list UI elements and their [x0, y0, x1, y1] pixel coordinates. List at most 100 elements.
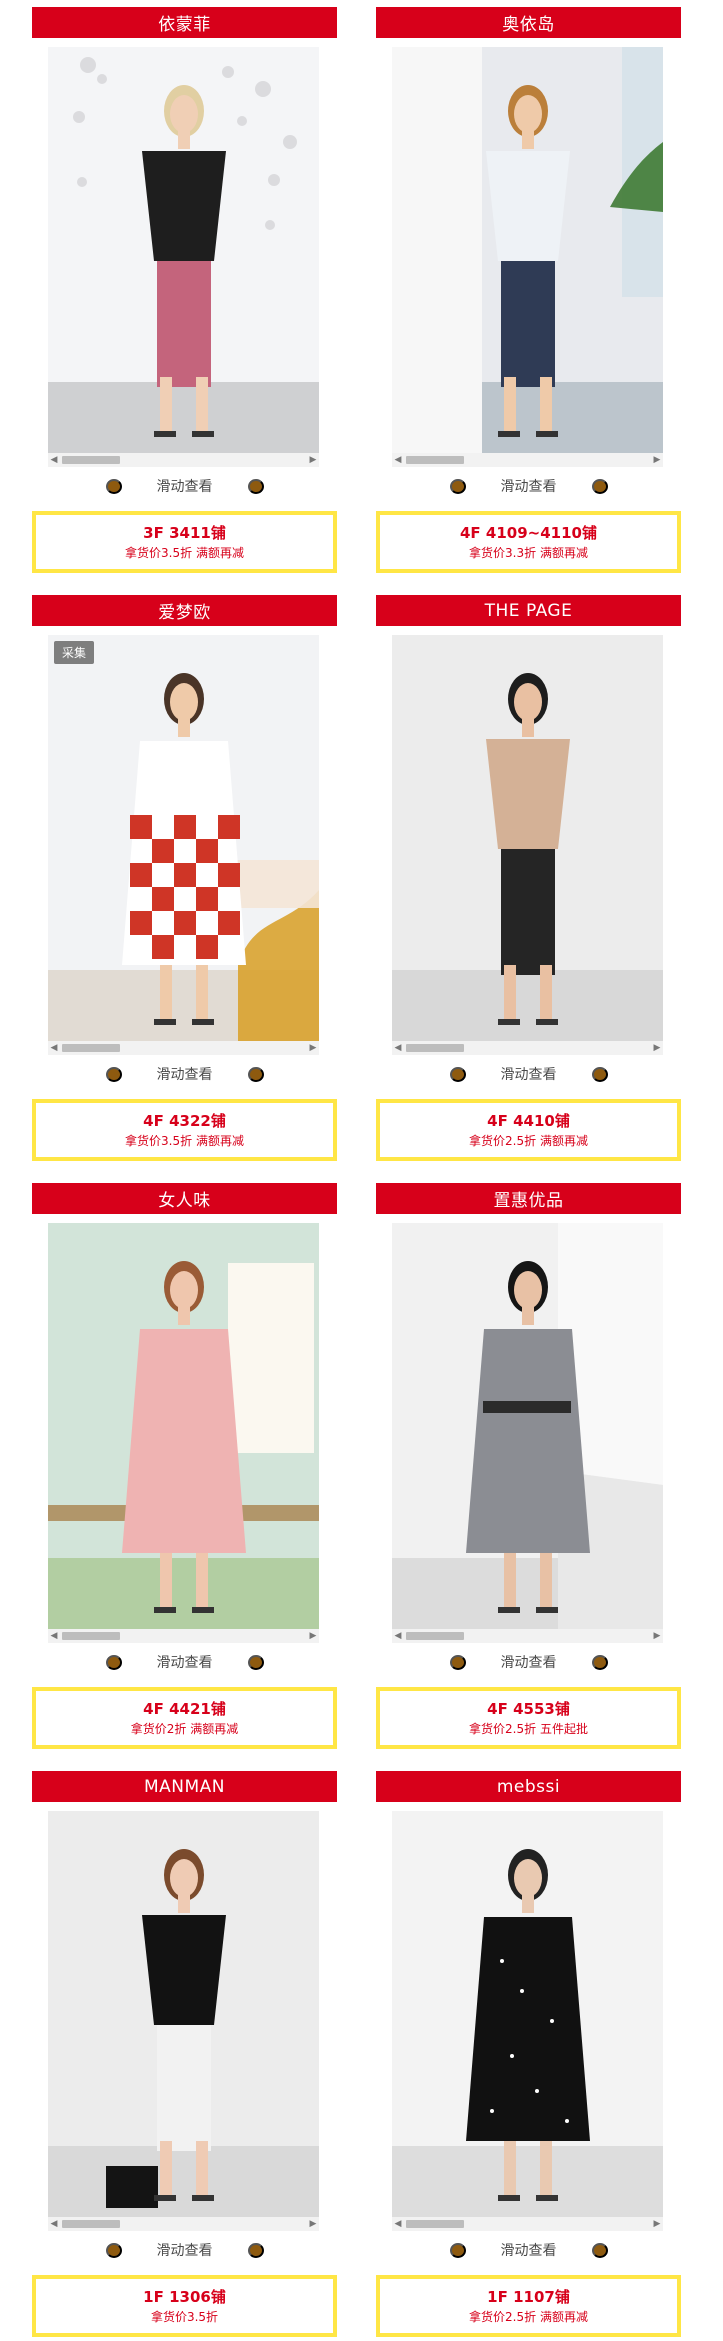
- product-photo-viewport[interactable]: [392, 1811, 663, 2217]
- next-image-button[interactable]: [591, 2242, 608, 2258]
- previous-image-button[interactable]: [449, 1066, 466, 1082]
- previous-image-button[interactable]: [105, 1066, 122, 1082]
- product-photo-viewport[interactable]: [392, 47, 663, 453]
- swipe-nav-row: 滑动查看: [32, 1651, 337, 1673]
- scroll-left-arrow-icon[interactable]: ◀: [392, 1629, 404, 1643]
- photo-scrollbar[interactable]: ◀ ▶: [48, 1629, 319, 1643]
- photo-scrollbar[interactable]: ◀ ▶: [48, 2217, 319, 2231]
- brand-title-bar: mebssi: [376, 1771, 681, 1802]
- wholesale-discount: 拿货价3.3折 满额再减: [469, 545, 588, 560]
- swipe-hint-label: 滑动查看: [500, 2243, 557, 2259]
- left-leg: [160, 965, 172, 1020]
- photo-scrollbar[interactable]: ◀ ▶: [392, 453, 663, 467]
- scroll-thumb[interactable]: [62, 456, 120, 464]
- left-leg: [504, 1553, 516, 1608]
- scroll-right-arrow-icon[interactable]: ▶: [307, 1041, 319, 1055]
- product-photo-viewport[interactable]: [392, 1223, 663, 1629]
- scroll-left-arrow-icon[interactable]: ◀: [392, 2217, 404, 2231]
- previous-image-button[interactable]: [449, 2242, 466, 2258]
- next-image-button[interactable]: [591, 1654, 608, 1670]
- left-leg: [160, 2141, 172, 2196]
- swipe-hint-label: 滑动查看: [500, 479, 557, 495]
- scroll-thumb[interactable]: [406, 2220, 464, 2228]
- previous-image-button[interactable]: [105, 2242, 122, 2258]
- right-shoe: [192, 2195, 214, 2201]
- checker-pattern: [196, 935, 218, 959]
- brand-card-1: 奥依岛 ◀ ▶ 滑动查看 4F 4109~4110铺 拿货价3.3折 满额再减: [376, 7, 681, 577]
- wholesale-discount: 拿货价3.5折 满额再减: [125, 545, 244, 560]
- next-image-button[interactable]: [591, 1066, 608, 1082]
- next-image-button[interactable]: [247, 1654, 264, 1670]
- product-photo-viewport[interactable]: [48, 1811, 319, 2217]
- shop-floor-number: 4F 4421铺: [143, 1699, 226, 1718]
- scroll-right-arrow-icon[interactable]: ▶: [307, 2217, 319, 2231]
- model-face: [514, 95, 542, 133]
- polka-dot: [565, 2119, 569, 2123]
- swipe-hint-label: 滑动查看: [500, 1067, 557, 1083]
- photo-floor: [392, 970, 663, 1041]
- scroll-thumb[interactable]: [406, 1632, 464, 1640]
- product-photo-viewport[interactable]: [48, 47, 319, 453]
- next-image-button[interactable]: [247, 1066, 264, 1082]
- previous-image-button[interactable]: [105, 478, 122, 494]
- swipe-nav-row: 滑动查看: [32, 1063, 337, 1085]
- scroll-right-arrow-icon[interactable]: ▶: [651, 1041, 663, 1055]
- scroll-thumb[interactable]: [62, 2220, 120, 2228]
- checker-pattern: [174, 911, 196, 935]
- model-neck: [178, 719, 190, 737]
- scroll-left-arrow-icon[interactable]: ◀: [392, 1041, 404, 1055]
- previous-image-button[interactable]: [105, 1654, 122, 1670]
- photo-scrollbar[interactable]: ◀ ▶: [392, 2217, 663, 2231]
- polka-dot: [520, 1989, 524, 1993]
- collect-badge[interactable]: 采集: [54, 641, 95, 664]
- scroll-right-arrow-icon[interactable]: ▶: [651, 2217, 663, 2231]
- brand-title-bar: 置惠优品: [376, 1183, 681, 1214]
- scroll-thumb[interactable]: [406, 1044, 464, 1052]
- bubble-decoration: [80, 57, 96, 73]
- brand-card-4: 女人味 ◀ ▶ 滑动查看 4F 4421铺 拿货价2折 满额再减: [32, 1183, 337, 1753]
- scroll-thumb[interactable]: [406, 456, 464, 464]
- wholesale-discount: 拿货价2.5折 满额再减: [469, 2309, 588, 2324]
- photo-floor: [48, 2146, 319, 2217]
- product-photo-viewport[interactable]: 采集: [48, 635, 319, 1041]
- scroll-right-arrow-icon[interactable]: ▶: [307, 1629, 319, 1643]
- next-image-button[interactable]: [247, 478, 264, 494]
- shop-floor-number: 1F 1306铺: [143, 2287, 226, 2306]
- brand-card-grid: 依蒙菲 ◀ ▶ 滑动查看 3F 3411铺 拿货价3.5折 满额再减 奥依岛 ◀…: [0, 0, 723, 2337]
- right-shoe: [536, 431, 558, 437]
- right-leg: [196, 377, 208, 432]
- photo-scrollbar[interactable]: ◀ ▶: [392, 1041, 663, 1055]
- bubble-decoration: [73, 111, 85, 123]
- brand-title-bar: 奥依岛: [376, 7, 681, 38]
- swipe-hint-label: 滑动查看: [156, 479, 213, 495]
- photo-scrollbar[interactable]: ◀ ▶: [392, 1629, 663, 1643]
- next-image-button[interactable]: [591, 478, 608, 494]
- scroll-right-arrow-icon[interactable]: ▶: [651, 1629, 663, 1643]
- previous-image-button[interactable]: [449, 478, 466, 494]
- scroll-left-arrow-icon[interactable]: ◀: [48, 1629, 60, 1643]
- photo-scrollbar[interactable]: ◀ ▶: [48, 1041, 319, 1055]
- model-face: [170, 683, 198, 721]
- right-shoe: [536, 2195, 558, 2201]
- scroll-thumb[interactable]: [62, 1632, 120, 1640]
- model-face: [514, 1859, 542, 1897]
- right-shoe: [536, 1607, 558, 1613]
- checker-pattern: [152, 887, 174, 911]
- scroll-left-arrow-icon[interactable]: ◀: [392, 453, 404, 467]
- scroll-right-arrow-icon[interactable]: ▶: [651, 453, 663, 467]
- checker-pattern: [174, 815, 196, 839]
- product-photo-viewport[interactable]: [392, 635, 663, 1041]
- scroll-left-arrow-icon[interactable]: ◀: [48, 2217, 60, 2231]
- scroll-thumb[interactable]: [62, 1044, 120, 1052]
- scroll-right-arrow-icon[interactable]: ▶: [307, 453, 319, 467]
- dress: [466, 1917, 590, 2141]
- photo-scrollbar[interactable]: ◀ ▶: [48, 453, 319, 467]
- scroll-left-arrow-icon[interactable]: ◀: [48, 1041, 60, 1055]
- brand-title-bar: 依蒙菲: [32, 7, 337, 38]
- previous-image-button[interactable]: [449, 1654, 466, 1670]
- next-image-button[interactable]: [247, 2242, 264, 2258]
- scroll-left-arrow-icon[interactable]: ◀: [48, 453, 60, 467]
- wholesale-discount: 拿货价2折 满额再减: [130, 1721, 239, 1736]
- product-photo-viewport[interactable]: [48, 1223, 319, 1629]
- shop-info-box: 4F 4553铺 拿货价2.5折 五件起批: [376, 1687, 681, 1749]
